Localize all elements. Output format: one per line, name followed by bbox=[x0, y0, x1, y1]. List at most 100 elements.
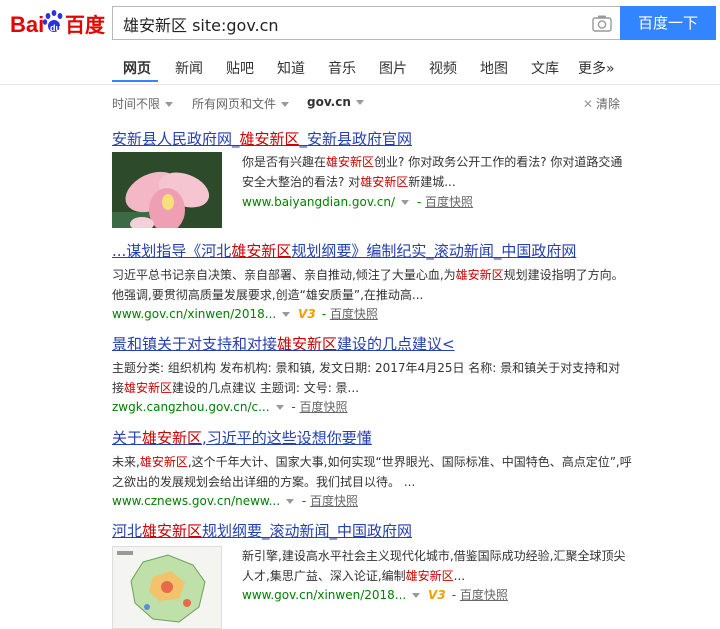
title-highlight: 雄安新区 bbox=[142, 522, 203, 540]
v3-badge-icon[interactable]: V3 bbox=[428, 588, 446, 602]
abstract-text: 未来, bbox=[112, 455, 140, 469]
result-abstract: 未来,雄安新区,这个千年大计、国家大事,如何实现“世界眼光、国际标准、中国特色、… bbox=[112, 452, 632, 492]
chevron-down-icon bbox=[355, 100, 364, 105]
title-text: ,习近平的这些设想你要懂 bbox=[202, 429, 372, 447]
title-text: 规划纲要》编制纪实_滚动新闻_中国政府网 bbox=[291, 242, 577, 260]
result-title[interactable]: 安新县人民政府网_雄安新区_安新县政府官网 bbox=[112, 128, 632, 149]
tab-tieba[interactable]: 贴吧 bbox=[226, 58, 254, 78]
abstract-highlight: 雄安新区 bbox=[139, 455, 188, 469]
camera-icon[interactable] bbox=[592, 14, 612, 32]
title-highlight: 雄安新区 bbox=[142, 429, 203, 447]
result-url-row: www.baiyangdian.gov.cn/ - 百度快照 bbox=[242, 195, 474, 209]
tab-web[interactable]: 网页 bbox=[123, 58, 151, 78]
tab-map[interactable]: 地图 bbox=[480, 58, 508, 78]
search-tools: 时间不限 所有网页和文件 gov.cn ✕ 清除 bbox=[0, 92, 720, 116]
result-thumbnail[interactable] bbox=[112, 546, 222, 629]
chevron-down-icon[interactable] bbox=[412, 593, 421, 598]
result-item-2: ...谋划指导《河北雄安新区规划纲要》编制纪实_滚动新闻_中国政府网 习近平总书… bbox=[112, 240, 632, 322]
v3-badge-icon[interactable]: V3 bbox=[298, 307, 316, 321]
abstract-text: 建设的几点建议 主题词: 文号: 景... bbox=[172, 381, 360, 395]
cache-link[interactable]: 百度快照 bbox=[460, 588, 508, 602]
chevron-down-icon bbox=[165, 102, 174, 107]
header: Bai du 百度 百度一下 bbox=[0, 0, 720, 52]
search-input[interactable] bbox=[121, 7, 565, 41]
abstract-highlight: 雄安新区 bbox=[405, 569, 454, 583]
result-abstract: 习近平总书记亲自决策、亲自部署、亲自推动,倾注了大量心血,为雄安新区规划建设指明… bbox=[112, 265, 632, 305]
tab-wenku[interactable]: 文库 bbox=[531, 58, 559, 78]
cache-link[interactable]: 百度快照 bbox=[310, 494, 358, 508]
svg-text:Bai: Bai bbox=[10, 12, 44, 37]
close-icon: ✕ bbox=[582, 97, 593, 111]
result-url-row: www.gov.cn/xinwen/2018... V3- 百度快照 bbox=[242, 588, 508, 602]
vertical-tabs: 网页 新闻 贴吧 知道 音乐 图片 视频 地图 文库 更多» bbox=[0, 48, 720, 85]
title-text: 景和镇关于对支持和对接 bbox=[112, 335, 278, 353]
result-url[interactable]: www.gov.cn/xinwen/2018... bbox=[112, 307, 276, 321]
result-body: 你是否有兴趣在雄安新区创业? 你对政务公开工作的看法? 你对道路交通安全大整治的… bbox=[242, 152, 632, 210]
result-url-row: www.gov.cn/xinwen/2018... V3- 百度快照 bbox=[112, 307, 378, 321]
chevron-down-icon[interactable] bbox=[275, 405, 284, 410]
planning-map-image bbox=[113, 547, 221, 628]
filetype-filter-label: 所有网页和文件 bbox=[192, 97, 277, 111]
clear-filters-button[interactable]: ✕ 清除 bbox=[583, 95, 620, 112]
result-url[interactable]: www.gov.cn/xinwen/2018... bbox=[242, 588, 406, 602]
chevron-down-icon[interactable] bbox=[401, 200, 410, 205]
title-text: _安新县政府官网 bbox=[299, 130, 413, 148]
title-highlight: 雄安新区 bbox=[239, 130, 300, 148]
search-button[interactable]: 百度一下 bbox=[620, 6, 716, 40]
result-url[interactable]: www.baiyangdian.gov.cn/ bbox=[242, 195, 395, 209]
time-filter-label: 时间不限 bbox=[112, 97, 161, 111]
result-item-4: 关于雄安新区,习近平的这些设想你要懂 未来,雄安新区,这个千年大计、国家大事,如… bbox=[112, 427, 632, 509]
tab-news[interactable]: 新闻 bbox=[175, 58, 203, 78]
baidu-logo[interactable]: Bai du 百度 bbox=[10, 6, 108, 40]
result-url[interactable]: zwgk.cangzhou.gov.cn/c... bbox=[112, 400, 270, 414]
clear-label: 清除 bbox=[595, 97, 620, 111]
tab-zhidao[interactable]: 知道 bbox=[277, 58, 305, 78]
abstract-highlight: 雄安新区 bbox=[360, 175, 409, 189]
result-item-1: 安新县人民政府网_雄安新区_安新县政府官网 你是否有兴趣在雄安新区创业? 你对政… bbox=[112, 128, 632, 228]
tab-more[interactable]: 更多» bbox=[578, 58, 615, 78]
result-url[interactable]: www.cznews.gov.cn/neww... bbox=[112, 494, 280, 508]
title-text: ...谋划指导《河北 bbox=[112, 242, 232, 260]
tab-music[interactable]: 音乐 bbox=[328, 58, 356, 78]
title-text: 规划纲要_滚动新闻_中国政府网 bbox=[202, 522, 413, 540]
search-box bbox=[112, 6, 620, 41]
lotus-flower-image bbox=[112, 152, 222, 228]
title-text: 关于 bbox=[112, 429, 143, 447]
result-thumbnail[interactable] bbox=[112, 152, 222, 228]
site-filter[interactable]: gov.cn bbox=[307, 95, 364, 109]
cache-link[interactable]: 百度快照 bbox=[425, 195, 473, 209]
tab-images[interactable]: 图片 bbox=[379, 58, 407, 78]
abstract-highlight: 雄安新区 bbox=[455, 268, 504, 282]
chevron-down-icon bbox=[281, 102, 290, 107]
title-text: 河北 bbox=[112, 522, 143, 540]
result-url-row: zwgk.cangzhou.gov.cn/c... - 百度快照 bbox=[112, 400, 348, 414]
result-item-3: 景和镇关于对支持和对接雄安新区建设的几点建议< 主题分类: 组织机构 发布机构:… bbox=[112, 333, 632, 415]
cache-link[interactable]: 百度快照 bbox=[300, 400, 348, 414]
result-title[interactable]: ...谋划指导《河北雄安新区规划纲要》编制纪实_滚动新闻_中国政府网 bbox=[112, 240, 632, 261]
result-abstract: 你是否有兴趣在雄安新区创业? 你对政务公开工作的看法? 你对道路交通安全大整治的… bbox=[242, 152, 632, 192]
title-text: 安新县人民政府网_ bbox=[112, 130, 240, 148]
abstract-text: 新建城... bbox=[408, 175, 456, 189]
abstract-text: 你是否有兴趣在 bbox=[242, 155, 327, 169]
svg-text:du: du bbox=[50, 23, 61, 33]
result-body: 新引擎,建设高水平社会主义现代化城市,借鉴国际成功经验,汇聚全球顶尖人才,集思广… bbox=[242, 546, 632, 603]
filetype-filter[interactable]: 所有网页和文件 bbox=[192, 95, 290, 112]
abstract-highlight: 雄安新区 bbox=[124, 381, 173, 395]
result-title[interactable]: 关于雄安新区,习近平的这些设想你要懂 bbox=[112, 427, 632, 448]
abstract-text: 习近平总书记亲自决策、亲自部署、亲自推动,倾注了大量心血,为 bbox=[112, 268, 456, 282]
result-abstract: 新引擎,建设高水平社会主义现代化城市,借鉴国际成功经验,汇聚全球顶尖人才,集思广… bbox=[242, 546, 632, 586]
title-text: 建设的几点建议< bbox=[337, 335, 455, 353]
chevron-down-icon[interactable] bbox=[282, 312, 291, 317]
abstract-text: ... bbox=[453, 569, 466, 583]
chevron-down-icon[interactable] bbox=[286, 499, 295, 504]
active-tab-indicator bbox=[112, 80, 158, 82]
abstract-text: ,这个千年大计、国家大事,如何实现“世界眼光、国际标准、中国特色、高点定位”,呼… bbox=[112, 455, 632, 489]
result-title[interactable]: 河北雄安新区规划纲要_滚动新闻_中国政府网 bbox=[112, 520, 632, 541]
site-filter-label: gov.cn bbox=[307, 95, 351, 109]
title-highlight: 雄安新区 bbox=[231, 242, 292, 260]
tab-video[interactable]: 视频 bbox=[429, 58, 457, 78]
result-title[interactable]: 景和镇关于对支持和对接雄安新区建设的几点建议< bbox=[112, 333, 632, 354]
cache-link[interactable]: 百度快照 bbox=[330, 307, 378, 321]
time-filter[interactable]: 时间不限 bbox=[112, 95, 174, 112]
title-highlight: 雄安新区 bbox=[277, 335, 338, 353]
